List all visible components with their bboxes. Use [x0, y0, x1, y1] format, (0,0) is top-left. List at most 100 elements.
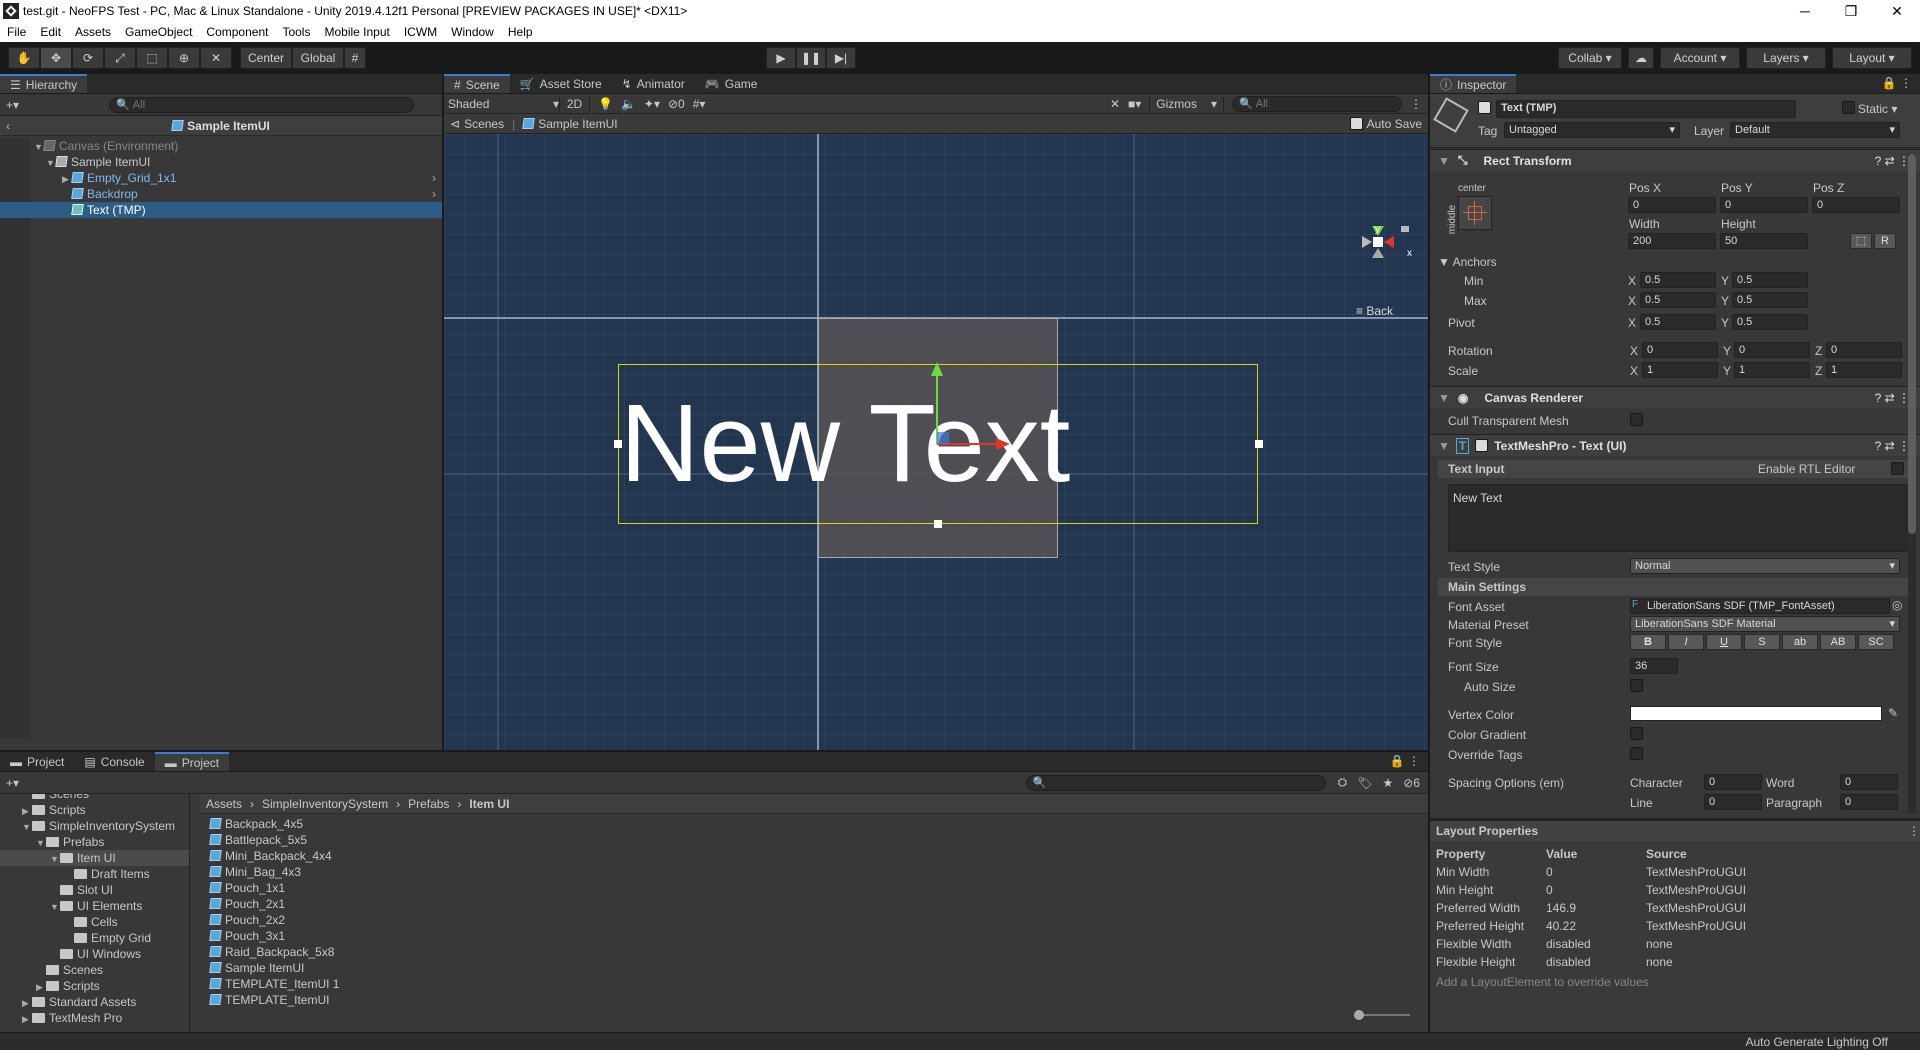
- font-style-smallcaps-button[interactable]: SC: [1858, 634, 1894, 650]
- rotation-y-input[interactable]: 0: [1734, 342, 1810, 358]
- add-icon[interactable]: +▾: [6, 98, 19, 112]
- anchor-min-y-input[interactable]: 0.5: [1732, 272, 1808, 288]
- eyedropper-icon[interactable]: ✎: [1888, 706, 1898, 720]
- width-input[interactable]: 200: [1628, 233, 1716, 249]
- static-label[interactable]: Static ▾: [1858, 102, 1897, 116]
- character-spacing-input[interactable]: 0: [1704, 774, 1762, 790]
- back-arrow-icon[interactable]: ‹: [6, 116, 10, 136]
- word-spacing-input[interactable]: 0: [1840, 774, 1898, 790]
- object-picker-icon[interactable]: ◎: [1892, 598, 1902, 612]
- text-style-dropdown[interactable]: Normal ▾: [1630, 558, 1900, 574]
- custom-tool-icon[interactable]: ✕: [200, 47, 232, 69]
- menu-gameobject[interactable]: GameObject: [118, 25, 199, 39]
- shading-mode-dropdown[interactable]: Shaded ▾: [444, 96, 560, 111]
- auto-save-checkbox[interactable]: [1349, 117, 1363, 130]
- breadcrumb-item-ui[interactable]: Item UI: [469, 797, 509, 811]
- tmp-component-header[interactable]: ▼ T TextMeshPro - Text (UI) ? ⇄ ⋮: [1430, 434, 1920, 456]
- project-folder-item[interactable]: ▶ Scripts: [0, 978, 189, 994]
- collab-button[interactable]: Collab ▾: [1558, 47, 1622, 69]
- move-gizmo[interactable]: [904, 354, 1024, 474]
- tab-console[interactable]: ▤ Console: [74, 752, 154, 771]
- menu-tools[interactable]: Tools: [275, 25, 317, 39]
- override-tags-checkbox[interactable]: [1630, 747, 1643, 760]
- gizmos-dropdown[interactable]: Gizmos ▾: [1149, 96, 1224, 111]
- pivot-x-input[interactable]: 0.5: [1640, 314, 1716, 330]
- effects-icon[interactable]: ✦▾: [644, 97, 660, 111]
- layer-dropdown[interactable]: Default ▾: [1730, 122, 1900, 138]
- project-folder-item[interactable]: Draft Items: [0, 866, 189, 882]
- height-input[interactable]: 50: [1720, 233, 1808, 249]
- font-asset-field[interactable]: LiberationSans SDF (TMP_FontAsset): [1630, 598, 1890, 614]
- hand-tool-icon[interactable]: ✋: [8, 47, 40, 69]
- pause-icon[interactable]: ❚❚: [796, 47, 826, 69]
- vertex-color-swatch[interactable]: [1630, 706, 1882, 721]
- project-folder-item[interactable]: Slot UI: [0, 882, 189, 898]
- tab-inspector[interactable]: ⓘ Inspector: [1430, 74, 1517, 93]
- rotation-x-input[interactable]: 0: [1642, 342, 1718, 358]
- scene-search-input[interactable]: 🔍 All: [1232, 95, 1402, 112]
- tree-item-empty-grid[interactable]: ▶ Empty_Grid_1x1 ›: [0, 170, 442, 186]
- blueprint-mode-button[interactable]: ⬚: [1850, 233, 1872, 249]
- paragraph-spacing-input[interactable]: 0: [1840, 794, 1898, 810]
- lock-icon[interactable]: 🔒 ⋮: [1390, 754, 1420, 768]
- pivot-center-toggle[interactable]: Center: [240, 47, 292, 69]
- scale-y-input[interactable]: 1: [1734, 362, 1810, 378]
- project-folder-item[interactable]: Empty Grid: [0, 930, 189, 946]
- tree-item-sample-itemui[interactable]: ▼ Sample ItemUI: [0, 154, 442, 170]
- tree-item-canvas-environment[interactable]: ▼ Canvas (Environment): [0, 138, 442, 154]
- anchor-max-y-input[interactable]: 0.5: [1732, 292, 1808, 308]
- project-folder-item[interactable]: Cells: [0, 914, 189, 930]
- asset-item[interactable]: Raid_Backpack_5x8: [209, 944, 1410, 960]
- breadcrumb-sample-itemui[interactable]: Sample ItemUI: [538, 117, 617, 131]
- menu-edit[interactable]: Edit: [33, 25, 68, 39]
- expand-arrow-icon[interactable]: ▼: [50, 899, 60, 915]
- rotation-z-input[interactable]: 0: [1826, 342, 1902, 358]
- breadcrumb-assets[interactable]: Assets: [206, 797, 242, 811]
- more-menu-icon[interactable]: ⋮: [1908, 824, 1920, 838]
- expand-arrow-icon[interactable]: ▶: [36, 979, 46, 995]
- line-spacing-input[interactable]: 0: [1704, 794, 1762, 810]
- auto-size-checkbox[interactable]: [1630, 679, 1643, 692]
- tab-animator[interactable]: ↯ Animator: [612, 74, 695, 93]
- project-search-input[interactable]: 🔍: [1025, 774, 1326, 791]
- asset-item[interactable]: TEMPLATE_ItemUI 1: [209, 976, 1410, 992]
- menu-window[interactable]: Window: [444, 25, 501, 39]
- scale-x-input[interactable]: 1: [1642, 362, 1718, 378]
- project-folder-item[interactable]: ▼ Item UI: [0, 850, 189, 866]
- component-menu-icon[interactable]: ? ⇄ ⋮: [1875, 154, 1910, 168]
- project-folder-item[interactable]: ▼ SimpleInventorySystem: [0, 818, 189, 834]
- tab-hierarchy[interactable]: ☰ Hierarchy: [0, 74, 88, 93]
- static-checkbox[interactable]: [1842, 101, 1855, 114]
- play-icon[interactable]: ▶: [766, 47, 796, 69]
- tab-game[interactable]: 🎮 Game: [695, 74, 768, 93]
- handle-bottom[interactable]: [934, 520, 942, 528]
- tab-project-2[interactable]: ▬ Project: [154, 752, 230, 771]
- asset-item[interactable]: Pouch_3x1: [209, 928, 1410, 944]
- menu-assets[interactable]: Assets: [68, 25, 118, 39]
- tab-scene[interactable]: # Scene: [444, 74, 510, 93]
- tree-item-backdrop[interactable]: Backdrop ›: [0, 186, 442, 202]
- project-folder-item[interactable]: ▶ Standard Assets: [0, 994, 189, 1010]
- layout-properties-header[interactable]: Layout Properties ⋮: [1430, 821, 1920, 841]
- filter-type-icon[interactable]: ⛭: [1338, 775, 1348, 790]
- component-menu-icon[interactable]: ? ⇄ ⋮: [1875, 391, 1910, 405]
- favorite-icon[interactable]: ★: [1382, 776, 1393, 790]
- scale-tool-icon[interactable]: ⤢: [104, 47, 136, 69]
- grid-toggle-icon[interactable]: #▾: [693, 97, 706, 111]
- text-input-area[interactable]: New Text: [1448, 484, 1910, 552]
- icon-size-slider-handle[interactable]: [1354, 1010, 1364, 1020]
- asset-item[interactable]: Battlepack_5x5: [209, 832, 1410, 848]
- asset-item[interactable]: TEMPLATE_ItemUI: [209, 992, 1410, 1008]
- handle-left[interactable]: [614, 440, 622, 448]
- minimize-button[interactable]: ─: [1782, 0, 1828, 22]
- raw-edit-button[interactable]: R: [1874, 233, 1896, 249]
- chevron-right-icon[interactable]: ›: [432, 186, 436, 202]
- anchor-presets-button[interactable]: [1458, 196, 1492, 230]
- step-icon[interactable]: ▶|: [826, 47, 856, 69]
- gizmo-back-label[interactable]: ≡ Back: [1356, 304, 1393, 318]
- pos-y-input[interactable]: 0: [1720, 197, 1808, 213]
- project-folder-item[interactable]: ▶ TextMesh Pro: [0, 1010, 189, 1026]
- font-style-bold-button[interactable]: B: [1630, 634, 1666, 650]
- font-style-uppercase-button[interactable]: AB: [1820, 634, 1856, 650]
- tools-icon[interactable]: ✕: [1110, 97, 1120, 111]
